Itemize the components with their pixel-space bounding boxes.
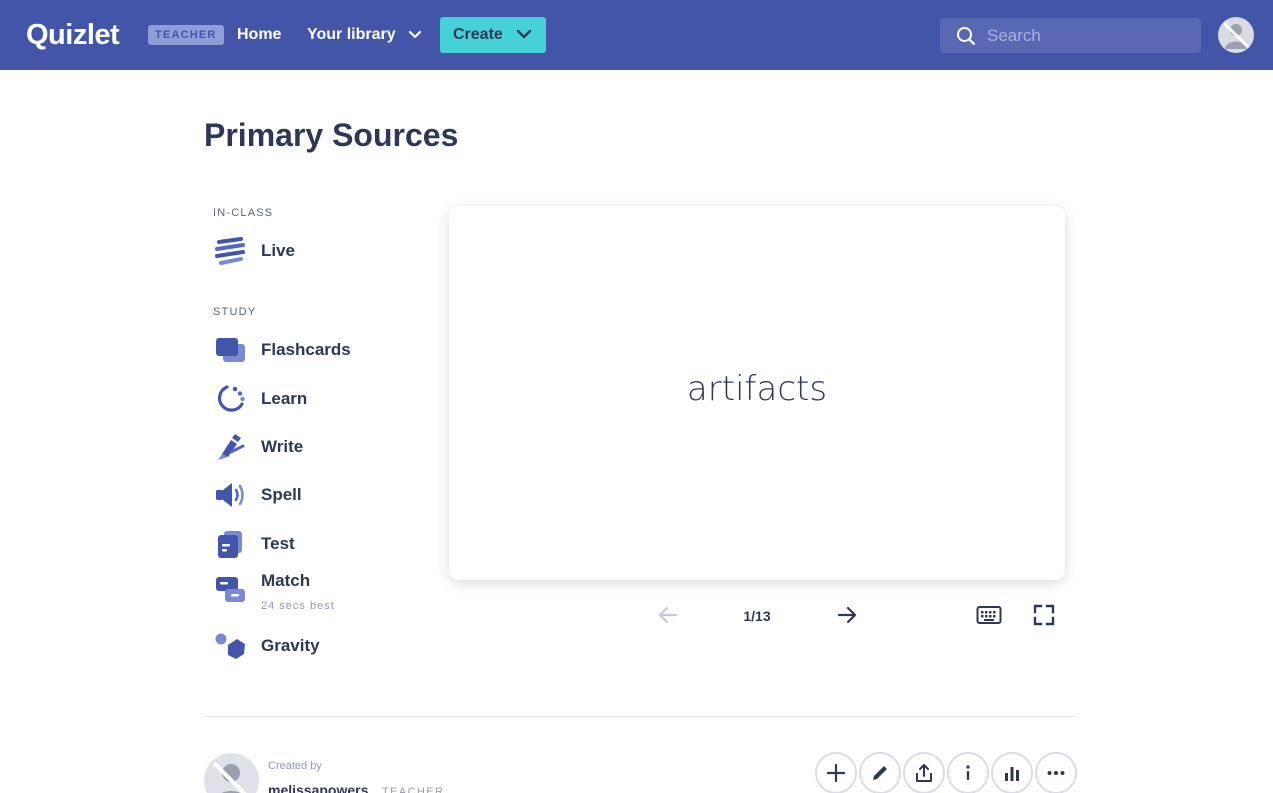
nav-library-label: Your library [307,26,396,43]
page-title: Primary Sources [204,117,459,153]
edit-button[interactable] [859,752,901,793]
previous-card-arrow-icon[interactable] [656,603,680,627]
fullscreen-icon[interactable] [1032,603,1056,627]
search-icon [957,27,976,46]
more-icon [1047,771,1065,775]
mode-gravity[interactable]: Gravity [213,628,413,664]
study-section-label: STUDY [213,306,257,318]
mode-live[interactable]: Live [213,233,413,269]
created-by-label: Created by [268,760,322,772]
mode-label: Flashcards [261,340,351,359]
teacher-badge: TEACHER [148,25,224,45]
mode-label: Gravity [261,636,320,655]
live-icon [215,237,245,265]
keyboard-shortcuts-icon[interactable] [976,603,1002,627]
mode-match[interactable]: Match 24 secs best [213,571,413,612]
flashcards-icon [216,338,245,362]
author-teacher-badge: TEACHER [382,786,445,793]
mode-learn[interactable]: Learn [213,381,413,417]
test-icon [218,531,242,558]
avatar-placeholder-icon [212,761,247,793]
mode-label: Learn [261,389,308,408]
quizlet-logo[interactable]: Quizlet [26,17,120,53]
create-button[interactable]: Create [440,17,546,53]
stats-icon [1005,767,1019,781]
info-icon [966,765,970,780]
match-best-time: 24 secs best [261,600,335,612]
avatar-placeholder-icon [1222,21,1250,49]
flashcard-term: artifacts [686,369,828,409]
card-counter: 1/13 [743,608,771,624]
match-icon [216,577,245,602]
top-nav-bar: Quizlet TEACHER Home Your library Create [0,0,1273,70]
search-input[interactable] [987,18,1187,53]
in-class-section-label: IN-CLASS [213,207,274,219]
mode-label: Write [261,437,304,456]
add-to-folder-button[interactable] [815,752,857,793]
nav-home-link[interactable]: Home [237,25,281,45]
mode-write[interactable]: Write [213,429,413,465]
write-icon [218,434,245,460]
mode-label: Spell [261,485,302,504]
share-button[interactable] [903,752,945,793]
author-name-link[interactable]: melissapowers [268,781,368,793]
mode-test[interactable]: Test [213,526,413,562]
gravity-icon [215,633,245,659]
mode-label: Test [261,534,295,553]
mode-spell[interactable]: Spell [213,477,413,513]
progress-stats-button[interactable] [991,752,1033,793]
info-button[interactable] [947,752,989,793]
learn-icon [217,385,245,412]
mode-label: Match [261,571,311,590]
mode-flashcards[interactable]: Flashcards [213,332,413,368]
more-options-button[interactable] [1035,752,1077,793]
user-avatar[interactable] [1218,17,1254,53]
spell-icon [216,483,244,507]
edit-icon [873,766,887,780]
flashcard[interactable]: artifacts [449,206,1065,580]
mode-label: Live [261,241,296,260]
chevron-down-icon [516,29,532,39]
chevron-down-icon [408,30,422,38]
nav-library-dropdown[interactable]: Your library [307,25,422,45]
share-icon [916,764,932,782]
create-button-label: Create [453,26,503,43]
section-divider [204,716,1076,717]
add-icon [826,763,846,783]
next-card-arrow-icon[interactable] [835,603,859,627]
author-avatar[interactable] [204,753,259,793]
search-bar[interactable] [940,18,1201,53]
